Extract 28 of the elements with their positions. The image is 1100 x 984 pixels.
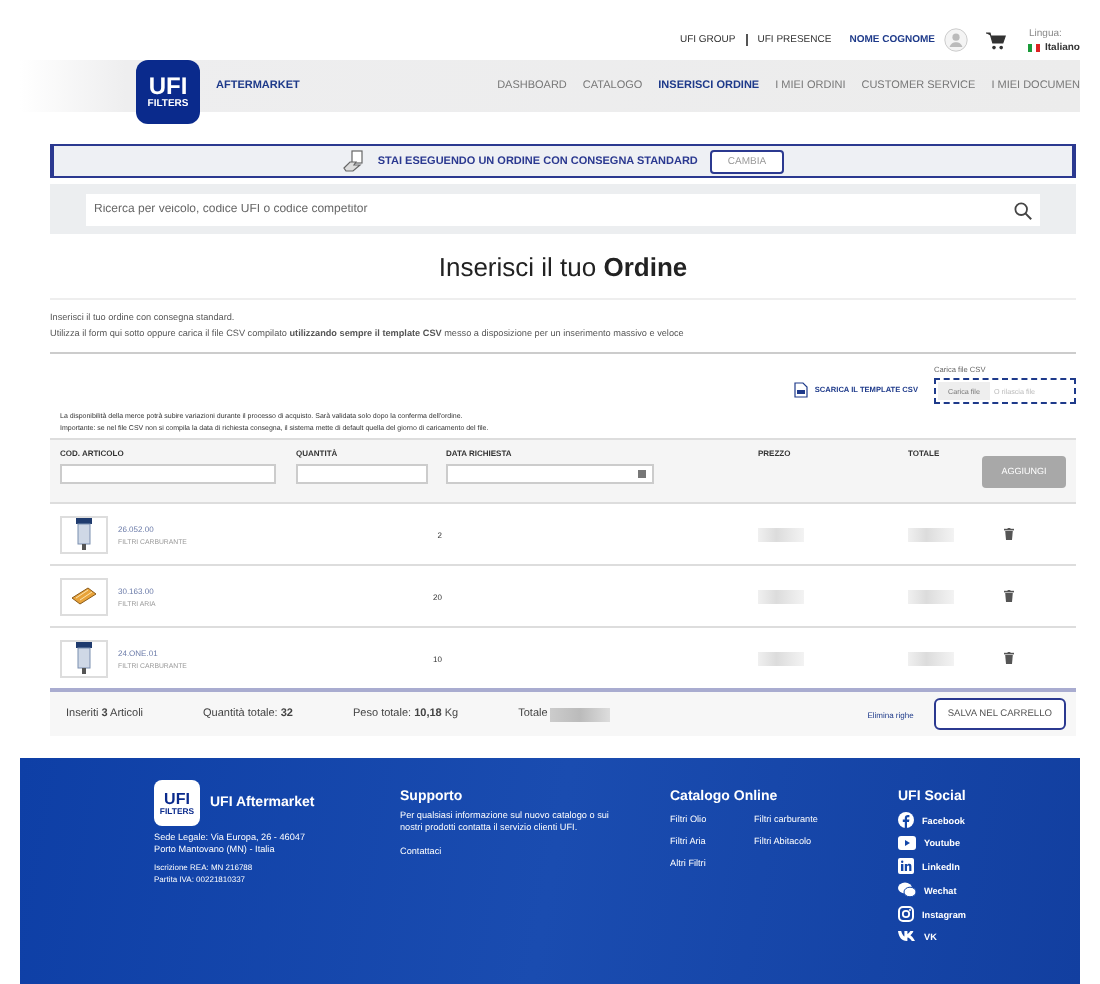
blurred-price	[758, 527, 804, 541]
trash-icon[interactable]	[1004, 528, 1014, 540]
facebook-icon	[898, 812, 914, 828]
blurred-total	[908, 589, 954, 603]
blurred-total	[549, 707, 610, 721]
trash-icon[interactable]	[1004, 652, 1014, 664]
cart-icon[interactable]	[986, 31, 1007, 49]
blurred-price	[758, 589, 804, 603]
filter-cartridge-icon	[74, 642, 94, 674]
vk-icon	[898, 930, 916, 942]
blurred-total	[908, 651, 954, 665]
instagram-icon	[898, 906, 914, 922]
trash-icon[interactable]	[1004, 590, 1014, 602]
play-icon	[898, 836, 916, 850]
hand-document-icon	[341, 150, 366, 172]
quantity-field[interactable]	[296, 464, 428, 484]
filter-cartridge-icon	[74, 518, 94, 550]
chat-bubbles-icon	[898, 882, 916, 898]
date-field[interactable]	[446, 464, 654, 484]
blurred-price	[758, 651, 804, 665]
blurred-total	[908, 527, 954, 541]
air-filter-icon	[70, 586, 98, 606]
italy-flag-icon	[1028, 43, 1041, 51]
linkedin-icon	[898, 858, 914, 874]
csv-file-icon	[794, 382, 809, 398]
page-title: Inserisci il tuo Ordine	[50, 234, 1076, 300]
search-icon[interactable]	[1014, 201, 1032, 219]
article-code-field[interactable]	[60, 464, 276, 484]
